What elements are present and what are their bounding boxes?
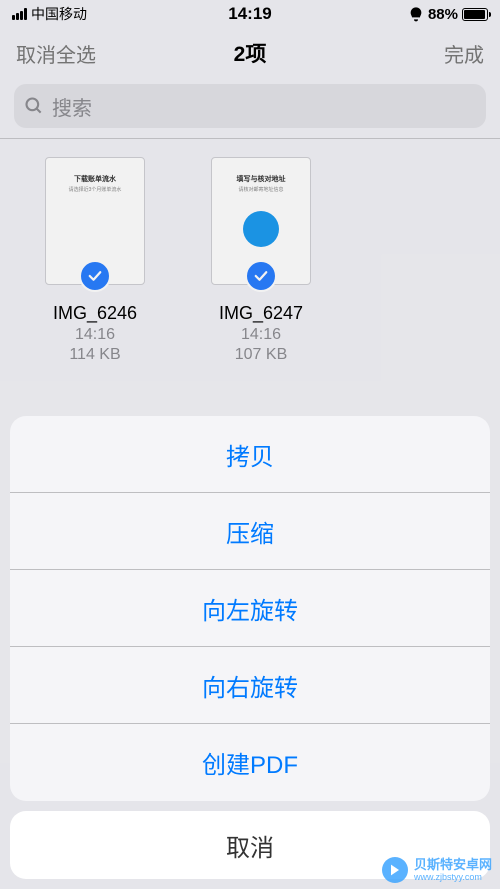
- selected-check-icon: [245, 260, 277, 292]
- nav-bar: 取消全选 2项 完成: [0, 28, 500, 78]
- page-title: 2项: [234, 38, 267, 68]
- deselect-all-button[interactable]: 取消全选: [16, 39, 96, 68]
- battery-icon: [462, 8, 488, 21]
- carrier-name: 中国移动: [31, 4, 87, 24]
- battery-percent: 88%: [428, 6, 458, 23]
- file-thumbnail: 填写与核对地址 请核对邮寄地址信息: [211, 157, 311, 285]
- watermark-logo-icon: [382, 857, 408, 883]
- file-thumbnail: 下载账单流水 请选择近3个月账单流水: [45, 157, 145, 285]
- search-input[interactable]: 搜索: [14, 84, 486, 128]
- file-name: IMG_6247: [219, 303, 303, 324]
- action-sheet: 拷贝 压缩 向左旋转 向右旋转 创建PDF 取消: [10, 416, 490, 879]
- status-time: 14:19: [228, 4, 271, 24]
- selected-check-icon: [79, 260, 111, 292]
- file-time: 14:16: [75, 326, 115, 344]
- file-item[interactable]: 填写与核对地址 请核对邮寄地址信息 IMG_6247 14:16 107 KB: [196, 157, 326, 364]
- action-rotate-right[interactable]: 向右旋转: [10, 647, 490, 724]
- file-size: 114 KB: [69, 346, 120, 364]
- file-time: 14:16: [241, 326, 281, 344]
- watermark-url: www.zjbstyy.com: [414, 872, 492, 882]
- file-name: IMG_6246: [53, 303, 137, 324]
- action-copy[interactable]: 拷贝: [10, 416, 490, 493]
- search-icon: [24, 96, 44, 116]
- alarm-icon: [408, 6, 424, 22]
- watermark-name: 贝斯特安卓网: [414, 858, 492, 872]
- action-create-pdf[interactable]: 创建PDF: [10, 724, 490, 801]
- search-placeholder: 搜索: [52, 92, 92, 121]
- file-item[interactable]: 下载账单流水 请选择近3个月账单流水 IMG_6246 14:16 114 KB: [30, 157, 160, 364]
- status-bar: 中国移动 14:19 88%: [0, 0, 500, 28]
- file-size: 107 KB: [235, 346, 287, 364]
- done-button[interactable]: 完成: [444, 39, 484, 68]
- signal-icon: [12, 8, 27, 20]
- action-compress[interactable]: 压缩: [10, 493, 490, 570]
- watermark: 贝斯特安卓网 www.zjbstyy.com: [382, 857, 492, 883]
- action-rotate-left[interactable]: 向左旋转: [10, 570, 490, 647]
